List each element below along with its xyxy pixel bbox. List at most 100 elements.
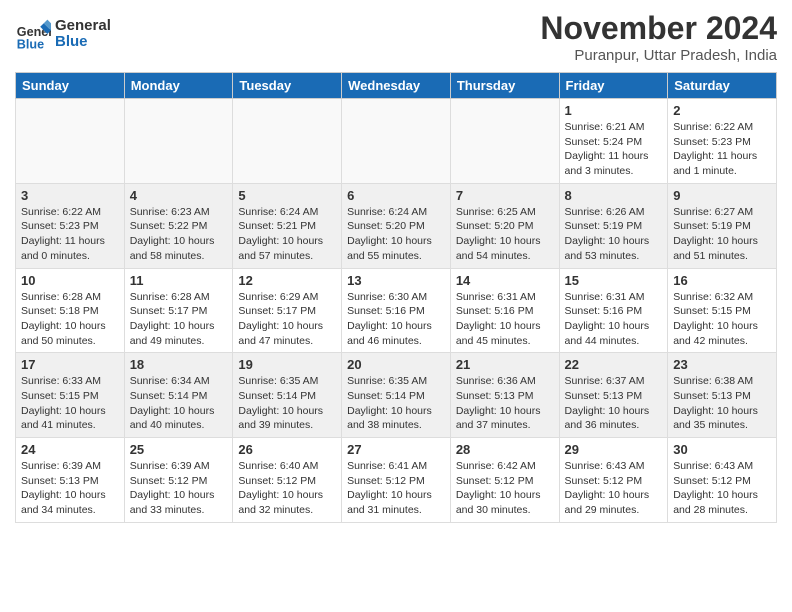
col-header-wednesday: Wednesday — [342, 73, 451, 99]
day-info: Sunrise: 6:24 AM Sunset: 5:20 PM Dayligh… — [347, 205, 445, 264]
logo-text: General Blue — [55, 18, 111, 51]
calendar-cell: 10 Sunrise: 6:28 AM Sunset: 5:18 PM Dayli… — [16, 268, 125, 353]
logo-line1: General — [55, 18, 111, 35]
calendar-cell: 6 Sunrise: 6:24 AM Sunset: 5:20 PM Daylig… — [342, 183, 451, 268]
day-number: 25 — [130, 442, 228, 457]
day-number: 6 — [347, 188, 445, 203]
day-info: Sunrise: 6:28 AM Sunset: 5:17 PM Dayligh… — [130, 290, 228, 349]
calendar-cell: 1 Sunrise: 6:21 AM Sunset: 5:24 PM Daylig… — [559, 99, 668, 184]
day-info: Sunrise: 6:28 AM Sunset: 5:18 PM Dayligh… — [21, 290, 119, 349]
day-info: Sunrise: 6:22 AM Sunset: 5:23 PM Dayligh… — [21, 205, 119, 264]
logo-line2: Blue — [55, 34, 111, 51]
location-subtitle: Puranpur, Uttar Pradesh, India — [540, 47, 777, 64]
day-number: 30 — [673, 442, 771, 457]
day-info: Sunrise: 6:36 AM Sunset: 5:13 PM Dayligh… — [456, 374, 554, 433]
col-header-tuesday: Tuesday — [233, 73, 342, 99]
calendar-cell — [233, 99, 342, 184]
calendar-cell: 17 Sunrise: 6:33 AM Sunset: 5:15 PM Dayli… — [16, 353, 125, 438]
calendar-cell: 20 Sunrise: 6:35 AM Sunset: 5:14 PM Dayli… — [342, 353, 451, 438]
calendar-cell — [342, 99, 451, 184]
day-info: Sunrise: 6:41 AM Sunset: 5:12 PM Dayligh… — [347, 459, 445, 518]
day-number: 16 — [673, 273, 771, 288]
col-header-saturday: Saturday — [668, 73, 777, 99]
calendar-week-1: 1 Sunrise: 6:21 AM Sunset: 5:24 PM Daylig… — [16, 99, 777, 184]
day-number: 23 — [673, 357, 771, 372]
day-info: Sunrise: 6:40 AM Sunset: 5:12 PM Dayligh… — [238, 459, 336, 518]
calendar-cell: 16 Sunrise: 6:32 AM Sunset: 5:15 PM Dayli… — [668, 268, 777, 353]
day-number: 22 — [565, 357, 663, 372]
logo: General Blue General Blue — [15, 16, 111, 52]
day-number: 20 — [347, 357, 445, 372]
calendar-cell: 28 Sunrise: 6:42 AM Sunset: 5:12 PM Dayli… — [450, 438, 559, 523]
col-header-friday: Friday — [559, 73, 668, 99]
calendar-table: SundayMondayTuesdayWednesdayThursdayFrid… — [15, 72, 777, 523]
day-number: 12 — [238, 273, 336, 288]
calendar-cell: 23Sunrise: 6:38 AM Sunset: 5:13 PM Dayli… — [668, 353, 777, 438]
calendar-cell: 19 Sunrise: 6:35 AM Sunset: 5:14 PM Dayli… — [233, 353, 342, 438]
day-info: Sunrise: 6:29 AM Sunset: 5:17 PM Dayligh… — [238, 290, 336, 349]
day-number: 5 — [238, 188, 336, 203]
col-header-thursday: Thursday — [450, 73, 559, 99]
day-number: 17 — [21, 357, 119, 372]
day-info: Sunrise: 6:42 AM Sunset: 5:12 PM Dayligh… — [456, 459, 554, 518]
day-info: Sunrise: 6:39 AM Sunset: 5:12 PM Dayligh… — [130, 459, 228, 518]
day-number: 3 — [21, 188, 119, 203]
calendar-cell: 3 Sunrise: 6:22 AM Sunset: 5:23 PM Daylig… — [16, 183, 125, 268]
calendar-cell: 14Sunrise: 6:31 AM Sunset: 5:16 PM Dayli… — [450, 268, 559, 353]
day-number: 10 — [21, 273, 119, 288]
day-info: Sunrise: 6:34 AM Sunset: 5:14 PM Dayligh… — [130, 374, 228, 433]
day-number: 15 — [565, 273, 663, 288]
day-info: Sunrise: 6:35 AM Sunset: 5:14 PM Dayligh… — [347, 374, 445, 433]
day-info: Sunrise: 6:31 AM Sunset: 5:16 PM Dayligh… — [456, 290, 554, 349]
header-row: SundayMondayTuesdayWednesdayThursdayFrid… — [16, 73, 777, 99]
day-number: 19 — [238, 357, 336, 372]
day-number: 11 — [130, 273, 228, 288]
day-number: 2 — [673, 103, 771, 118]
day-number: 1 — [565, 103, 663, 118]
calendar-cell: 11 Sunrise: 6:28 AM Sunset: 5:17 PM Dayli… — [124, 268, 233, 353]
day-info: Sunrise: 6:22 AM Sunset: 5:23 PM Dayligh… — [673, 120, 771, 179]
logo-icon: General Blue — [15, 16, 51, 52]
calendar-cell: 24Sunrise: 6:39 AM Sunset: 5:13 PM Dayli… — [16, 438, 125, 523]
day-info: Sunrise: 6:37 AM Sunset: 5:13 PM Dayligh… — [565, 374, 663, 433]
calendar-cell: 9Sunrise: 6:27 AM Sunset: 5:19 PM Daylig… — [668, 183, 777, 268]
day-number: 28 — [456, 442, 554, 457]
day-info: Sunrise: 6:21 AM Sunset: 5:24 PM Dayligh… — [565, 120, 663, 179]
day-number: 27 — [347, 442, 445, 457]
calendar-cell: 26 Sunrise: 6:40 AM Sunset: 5:12 PM Dayli… — [233, 438, 342, 523]
calendar-week-5: 24Sunrise: 6:39 AM Sunset: 5:13 PM Dayli… — [16, 438, 777, 523]
calendar-cell — [124, 99, 233, 184]
day-number: 4 — [130, 188, 228, 203]
day-number: 21 — [456, 357, 554, 372]
calendar-cell: 12 Sunrise: 6:29 AM Sunset: 5:17 PM Dayli… — [233, 268, 342, 353]
day-info: Sunrise: 6:27 AM Sunset: 5:19 PM Dayligh… — [673, 205, 771, 264]
day-info: Sunrise: 6:35 AM Sunset: 5:14 PM Dayligh… — [238, 374, 336, 433]
calendar-cell: 4 Sunrise: 6:23 AM Sunset: 5:22 PM Daylig… — [124, 183, 233, 268]
day-info: Sunrise: 6:43 AM Sunset: 5:12 PM Dayligh… — [565, 459, 663, 518]
calendar-cell: 13Sunrise: 6:30 AM Sunset: 5:16 PM Dayli… — [342, 268, 451, 353]
day-info: Sunrise: 6:23 AM Sunset: 5:22 PM Dayligh… — [130, 205, 228, 264]
day-info: Sunrise: 6:25 AM Sunset: 5:20 PM Dayligh… — [456, 205, 554, 264]
day-info: Sunrise: 6:43 AM Sunset: 5:12 PM Dayligh… — [673, 459, 771, 518]
calendar-cell: 29Sunrise: 6:43 AM Sunset: 5:12 PM Dayli… — [559, 438, 668, 523]
day-info: Sunrise: 6:33 AM Sunset: 5:15 PM Dayligh… — [21, 374, 119, 433]
month-title: November 2024 — [540, 10, 777, 47]
day-number: 26 — [238, 442, 336, 457]
calendar-cell — [16, 99, 125, 184]
day-info: Sunrise: 6:32 AM Sunset: 5:15 PM Dayligh… — [673, 290, 771, 349]
calendar-cell — [450, 99, 559, 184]
day-number: 7 — [456, 188, 554, 203]
svg-text:Blue: Blue — [17, 37, 44, 51]
calendar-cell: 15Sunrise: 6:31 AM Sunset: 5:16 PM Dayli… — [559, 268, 668, 353]
col-header-monday: Monday — [124, 73, 233, 99]
calendar-cell: 22 Sunrise: 6:37 AM Sunset: 5:13 PM Dayli… — [559, 353, 668, 438]
day-info: Sunrise: 6:39 AM Sunset: 5:13 PM Dayligh… — [21, 459, 119, 518]
day-info: Sunrise: 6:26 AM Sunset: 5:19 PM Dayligh… — [565, 205, 663, 264]
calendar-cell: 25 Sunrise: 6:39 AM Sunset: 5:12 PM Dayli… — [124, 438, 233, 523]
calendar-week-2: 3 Sunrise: 6:22 AM Sunset: 5:23 PM Daylig… — [16, 183, 777, 268]
day-number: 18 — [130, 357, 228, 372]
calendar-cell: 7 Sunrise: 6:25 AM Sunset: 5:20 PM Daylig… — [450, 183, 559, 268]
col-header-sunday: Sunday — [16, 73, 125, 99]
day-info: Sunrise: 6:24 AM Sunset: 5:21 PM Dayligh… — [238, 205, 336, 264]
day-number: 8 — [565, 188, 663, 203]
